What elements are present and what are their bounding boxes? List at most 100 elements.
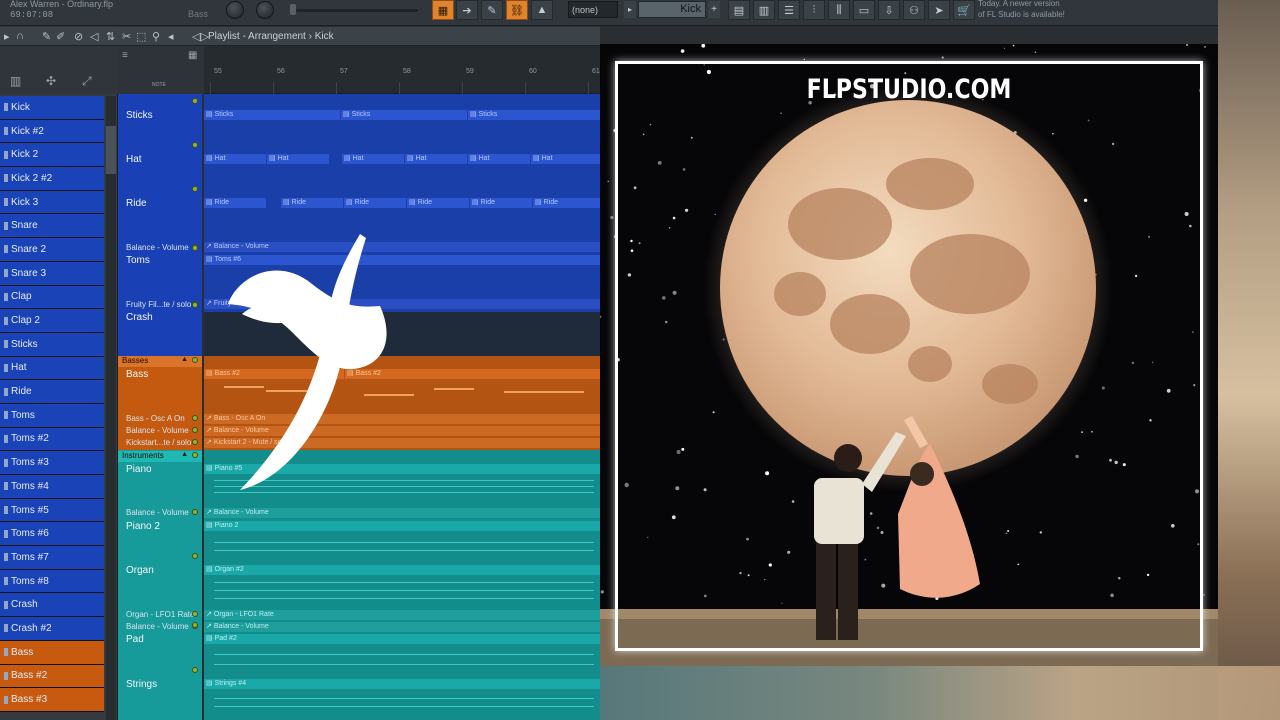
track-kickstart[interactable]: Kickstart...te / solo — [118, 438, 202, 447]
track-led[interactable] — [192, 302, 198, 308]
channel-item[interactable]: Toms #7 — [0, 546, 104, 570]
track-fruity-filter[interactable]: Fruity Fil...te / solo — [118, 300, 202, 309]
breadcrumb-arrangement[interactable]: Arrangement — [248, 31, 306, 42]
mute-icon[interactable]: ◁ — [90, 30, 98, 43]
clip[interactable]: ▤ Ride — [281, 198, 343, 208]
channel-item[interactable]: Ride — [0, 380, 104, 404]
clip[interactable]: ▤ Sticks — [204, 110, 340, 120]
send-icon[interactable]: ➤ — [928, 0, 950, 20]
clip[interactable]: ▤ Ride — [204, 198, 266, 208]
automation-clip[interactable]: ↗ Balance - Volume — [204, 622, 600, 632]
channel-item[interactable]: Kick #2 — [0, 119, 104, 144]
stack-icon[interactable]: ≡ — [122, 50, 128, 61]
breadcrumb-pattern[interactable]: Kick — [315, 31, 334, 42]
clip[interactable]: ▤ Ride — [533, 198, 600, 208]
slip-icon[interactable]: ⇅ — [106, 30, 115, 43]
timeline-ruler[interactable]: 55 56 57 58 59 60 61 — [204, 46, 600, 94]
channel-item[interactable]: Bass — [0, 640, 104, 665]
track-led[interactable] — [192, 622, 198, 628]
playlist-icon[interactable]: ▤ — [728, 0, 750, 20]
channel-item[interactable]: Snare 2 — [0, 238, 104, 262]
track-hat[interactable]: Hat — [118, 142, 202, 165]
channel-item[interactable]: Clap — [0, 285, 104, 310]
paint-icon[interactable]: ✐ — [56, 30, 65, 43]
clip[interactable]: ▤ Piano 2 — [204, 521, 600, 531]
grid-icon[interactable]: ▦ — [188, 50, 197, 61]
magnet-icon[interactable]: ∩ — [16, 30, 24, 42]
collapse-icon[interactable]: ▲ — [181, 356, 188, 363]
collapse-icon[interactable]: ▲ — [181, 451, 188, 458]
piano-roll-icon[interactable]: ▥ — [753, 0, 775, 20]
clip[interactable]: ▤ Organ #2 — [204, 565, 600, 575]
track-led[interactable] — [192, 667, 198, 673]
clip[interactable]: ▤ Sticks — [341, 110, 467, 120]
master-pitch-knob[interactable] — [256, 1, 274, 19]
browser-icon[interactable]: ▭ — [853, 0, 875, 20]
channel-item[interactable]: Snare 3 — [0, 261, 104, 286]
zoom-icon[interactable]: ⚲ — [152, 30, 160, 43]
channel-item[interactable]: Bass #3 — [0, 688, 104, 712]
cart-icon[interactable]: 🛒 — [953, 0, 975, 20]
arrangement-arrow-icon[interactable]: ◁▷ — [192, 30, 209, 43]
pattern-mode-icon[interactable]: ▦ — [432, 0, 454, 20]
options-arrow-icon[interactable]: ▸ — [4, 30, 10, 43]
track-led[interactable] — [192, 509, 198, 515]
track-piano-2[interactable]: Piano 2 — [118, 509, 202, 532]
browser-scrollbar-thumb[interactable] — [106, 126, 116, 174]
add-pattern-icon[interactable]: + — [708, 1, 720, 18]
link-icon[interactable]: ⤢ — [82, 74, 92, 89]
group-instruments[interactable]: Instruments ▲ — [118, 451, 202, 462]
clip[interactable]: ▤ Hat — [405, 154, 467, 164]
clip[interactable]: ▤ Sticks — [468, 110, 600, 120]
track-led[interactable] — [192, 439, 198, 445]
track-balance-volume-4[interactable]: Balance - Volume — [118, 622, 202, 631]
clip[interactable]: ▤ Hat — [267, 154, 329, 164]
track-piano[interactable]: Piano — [118, 452, 202, 475]
track-strings[interactable]: Strings — [118, 667, 202, 690]
track-toms[interactable]: Toms — [118, 245, 202, 266]
track-led[interactable] — [192, 142, 198, 148]
clip[interactable]: ▤ Hat — [342, 154, 404, 164]
track-led[interactable] — [192, 553, 198, 559]
track-led[interactable] — [192, 357, 198, 363]
plugin-picker-icon[interactable]: ⫼ — [828, 0, 850, 20]
group-basses[interactable]: Basses ▲ — [118, 356, 202, 367]
clip[interactable]: ▤ Ride — [407, 198, 469, 208]
channel-item[interactable]: Clap 2 — [0, 309, 104, 333]
track-led[interactable] — [192, 452, 198, 458]
clip[interactable]: ▤ Hat — [468, 154, 530, 164]
channel-item[interactable]: Kick 2 #2 — [0, 167, 104, 191]
clip[interactable]: ▤ Pad #2 — [204, 634, 600, 644]
channel-item[interactable]: Toms #5 — [0, 498, 104, 523]
channel-item[interactable]: Crash — [0, 593, 104, 618]
channel-item[interactable]: Toms #2 — [0, 427, 104, 452]
pattern-arrow-icon[interactable]: ▸ — [624, 1, 636, 18]
piano-keys-icon[interactable]: ▥ — [10, 74, 21, 88]
clip[interactable]: ▤ Strings #4 — [204, 679, 600, 689]
channel-item[interactable]: Toms #8 — [0, 569, 104, 594]
track-balance-volume-1[interactable]: Balance - Volume — [118, 243, 202, 252]
clip[interactable]: ▤ Ride — [344, 198, 406, 208]
browser-scrollbar[interactable] — [106, 96, 116, 720]
delete-icon[interactable]: ⊘ — [74, 30, 83, 43]
track-sticks[interactable]: Sticks — [118, 98, 202, 121]
clip[interactable]: ▤ Ride — [470, 198, 532, 208]
track-led[interactable] — [192, 415, 198, 421]
track-ride[interactable]: Ride — [118, 186, 202, 209]
channel-item[interactable]: Toms #3 — [0, 451, 104, 475]
master-slider[interactable] — [296, 9, 418, 12]
track-bass-osc[interactable]: Bass - Osc A On — [118, 414, 202, 423]
news-panel[interactable]: Today. A newer version of FL Studio is a… — [978, 0, 1065, 20]
slice-icon[interactable]: ✂ — [122, 30, 131, 43]
channel-item[interactable]: Toms — [0, 403, 104, 428]
channel-item[interactable]: Snare — [0, 214, 104, 239]
touch-controller-icon[interactable]: ⚇ — [903, 0, 925, 20]
mixer-icon[interactable]: ⫶ — [803, 0, 825, 20]
track-crash[interactable]: Crash — [118, 302, 202, 323]
pencil-icon[interactable]: ✎ — [481, 0, 503, 20]
clip[interactable]: ▤ Hat — [204, 154, 266, 164]
snap-link-icon[interactable]: ⛓ — [506, 0, 528, 20]
track-led[interactable] — [192, 245, 198, 251]
playback-icon[interactable]: ◂ — [168, 30, 174, 43]
track-balance-volume-3[interactable]: Balance - Volume — [118, 508, 202, 517]
